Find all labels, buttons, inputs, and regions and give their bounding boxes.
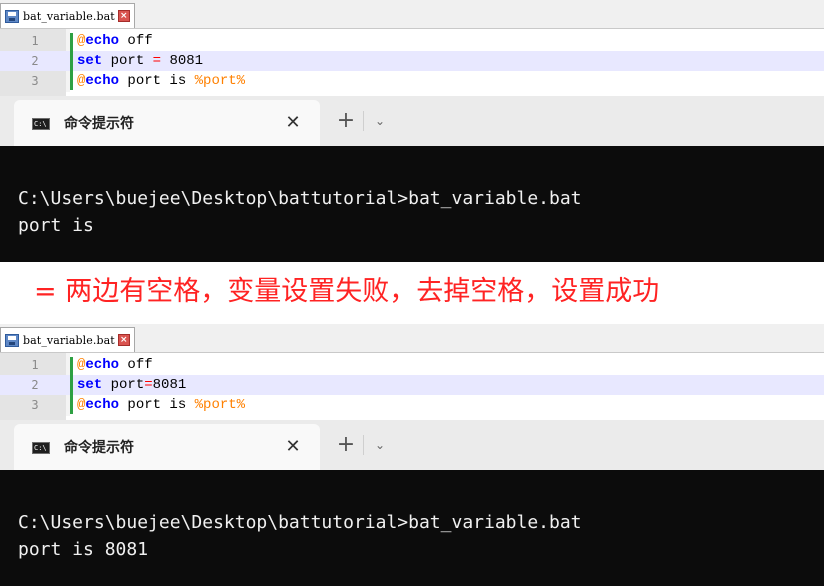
line-number: 2 (31, 378, 39, 392)
close-tab-icon[interactable]: ✕ (282, 436, 304, 458)
file-tab-bar: bat_variable.bat × (0, 0, 824, 29)
new-tab-button[interactable]: + (333, 108, 359, 134)
code-line[interactable]: 3 @echo port is %port% (0, 71, 824, 91)
terminal-line: port is (18, 215, 94, 236)
change-marker (70, 357, 73, 414)
terminal-tab-bar: C:\ 命令提示符 ✕ + ⌄ (0, 420, 824, 470)
caption-band: = 两边有空格，变量设置失败，去掉空格，设置成功 (0, 262, 824, 324)
save-icon (5, 333, 19, 347)
divider (363, 111, 364, 131)
command-prompt-icon: C:\ (32, 442, 50, 454)
code-line[interactable]: 1 @echo off (0, 355, 824, 375)
close-icon[interactable]: × (117, 334, 130, 346)
code-text: @echo off (77, 33, 153, 49)
file-tab-name: bat_variable.bat (23, 9, 115, 23)
code-line[interactable]: 1 @echo off (0, 31, 824, 51)
line-number: 2 (31, 54, 39, 68)
close-icon[interactable]: × (117, 10, 130, 22)
line-number: 3 (31, 398, 39, 412)
code-text: set port=8081 (77, 377, 187, 393)
dropdown-icon[interactable]: ⌄ (370, 108, 390, 134)
terminal-tab-title: 命令提示符 (64, 116, 134, 132)
terminal-output[interactable]: C:\Users\buejee\Desktop\battutorial>bat_… (0, 146, 824, 262)
file-tab[interactable]: bat_variable.bat × (0, 327, 135, 352)
caption-text: = 两边有空格，变量设置失败，去掉空格，设置成功 (34, 276, 660, 307)
command-prompt-icon: C:\ (32, 118, 50, 130)
file-tab-name: bat_variable.bat (23, 333, 115, 347)
terminal-output[interactable]: C:\Users\buejee\Desktop\battutorial>bat_… (0, 470, 824, 586)
new-tab-button[interactable]: + (333, 432, 359, 458)
terminal-line: C:\Users\buejee\Desktop\battutorial>bat_… (18, 188, 582, 209)
terminal-tab-title: 命令提示符 (64, 440, 134, 456)
code-editor[interactable]: 1 @echo off 2 set port = 8081 3 @echo po… (0, 29, 824, 96)
code-line[interactable]: 3 @echo port is %port% (0, 395, 824, 415)
code-line-current[interactable]: 2 set port = 8081 (0, 51, 824, 71)
terminal-line: C:\Users\buejee\Desktop\battutorial>bat_… (18, 512, 582, 533)
terminal-tab-bar: C:\ 命令提示符 ✕ + ⌄ (0, 96, 824, 146)
dropdown-icon[interactable]: ⌄ (370, 432, 390, 458)
code-text: @echo off (77, 357, 153, 373)
terminal-line: port is 8081 (18, 539, 149, 560)
file-tab-bar: bat_variable.bat × (0, 324, 824, 353)
line-number: 3 (31, 74, 39, 88)
code-text: @echo port is %port% (77, 73, 246, 89)
divider (363, 435, 364, 455)
line-number: 1 (31, 358, 39, 372)
file-tab[interactable]: bat_variable.bat × (0, 3, 135, 28)
close-tab-icon[interactable]: ✕ (282, 112, 304, 134)
save-icon (5, 9, 19, 23)
top-editor-window: bat_variable.bat × 1 @echo off 2 set por… (0, 0, 824, 262)
bottom-editor-window: bat_variable.bat × 1 @echo off 2 set por… (0, 324, 824, 586)
terminal-tab[interactable]: C:\ 命令提示符 ✕ (14, 100, 320, 146)
code-line-current[interactable]: 2 set port=8081 (0, 375, 824, 395)
change-marker (70, 33, 73, 90)
code-text: set port = 8081 (77, 53, 204, 69)
code-text: @echo port is %port% (77, 397, 246, 413)
terminal-tab[interactable]: C:\ 命令提示符 ✕ (14, 424, 320, 470)
line-number: 1 (31, 34, 39, 48)
code-editor[interactable]: 1 @echo off 2 set port=8081 3 @echo port… (0, 353, 824, 420)
